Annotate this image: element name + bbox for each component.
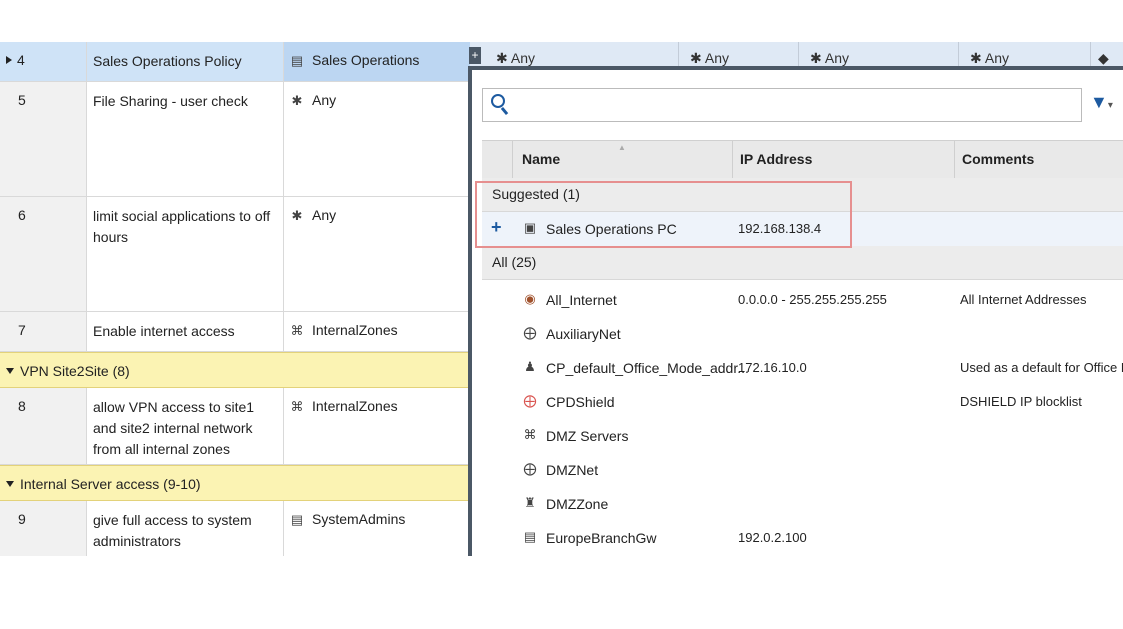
section-label: Internal Server access (9-10) bbox=[20, 476, 201, 492]
add-item-icon[interactable]: + bbox=[491, 217, 502, 238]
screen: 4 Sales Operations Policy ▤ Sales Operati… bbox=[0, 0, 1123, 629]
list-item[interactable]: ♟ CP_default_Office_Mode_addr... 172.16.… bbox=[482, 351, 1123, 385]
collapse-arrow-icon[interactable] bbox=[6, 481, 14, 487]
list-item[interactable]: ◉ All_Internet 0.0.0.0 - 255.255.255.255… bbox=[482, 283, 1123, 317]
asterisk-icon: ✱ bbox=[291, 208, 303, 223]
policy-row-8[interactable]: 8 allow VPN access to site1 and site2 in… bbox=[0, 388, 470, 465]
rule-source: SystemAdmins bbox=[312, 511, 406, 527]
section-label: VPN Site2Site (8) bbox=[20, 363, 130, 379]
policy-row-9[interactable]: 9 give full access to system administrat… bbox=[0, 501, 470, 556]
item-name: EuropeBranchGw bbox=[546, 530, 657, 546]
asterisk-icon: ✱ bbox=[291, 93, 303, 108]
network-icon: ⨁ bbox=[523, 325, 537, 340]
group-icon: ▤ bbox=[290, 512, 304, 527]
rule-number: 5 bbox=[0, 82, 87, 196]
list-item[interactable]: ▤ EuropeBranchGw 192.0.2.100 bbox=[482, 521, 1123, 555]
asterisk-icon: ✱ bbox=[810, 50, 825, 66]
gateway-icon: ▤ bbox=[523, 529, 537, 544]
item-name: All_Internet bbox=[546, 292, 617, 308]
column-header-name[interactable]: Name bbox=[522, 151, 560, 167]
rule-source: InternalZones bbox=[312, 398, 398, 414]
collapse-arrow-icon[interactable] bbox=[6, 368, 14, 374]
rule-name[interactable]: give full access to system administrator… bbox=[87, 501, 284, 556]
item-name: CPDShield bbox=[546, 394, 615, 410]
item-ip: 192.168.138.4 bbox=[738, 221, 822, 236]
list-item-suggested[interactable]: + ▣ Sales Operations PC 192.168.138.4 bbox=[482, 212, 1123, 246]
policy-row-4[interactable]: 4 Sales Operations Policy ▤ Sales Operati… bbox=[0, 42, 470, 82]
address-range-icon: ◉ bbox=[524, 291, 536, 306]
asterisk-icon: ✱ bbox=[970, 50, 985, 66]
group-header-all: All (25) bbox=[482, 246, 1123, 280]
item-comments: All Internet Addresses bbox=[960, 292, 1087, 307]
expand-arrow-icon[interactable] bbox=[6, 56, 12, 64]
network-icon: ⨁ bbox=[523, 461, 537, 476]
rule-number: 4 bbox=[17, 52, 25, 68]
asterisk-icon: ✱ bbox=[690, 50, 705, 66]
content-value: Any bbox=[984, 50, 1009, 66]
list-item[interactable]: ⨁ AuxiliaryNet bbox=[482, 317, 1123, 351]
item-ip: 172.16.10.0 bbox=[738, 360, 807, 375]
rule-source: Sales Operations bbox=[312, 52, 420, 68]
services-value: Any bbox=[824, 50, 849, 66]
rule-source: Any bbox=[312, 207, 337, 223]
group-icon: ▤ bbox=[290, 53, 304, 68]
column-divider bbox=[732, 141, 733, 179]
rule-name[interactable]: limit social applications to off hours bbox=[87, 197, 284, 311]
item-name: DMZZone bbox=[546, 496, 609, 512]
grid-header: ▲ Name IP Address Comments bbox=[482, 140, 1123, 180]
host-icon: ▣ bbox=[523, 220, 537, 235]
item-name: AuxiliaryNet bbox=[546, 326, 621, 342]
item-comments: DSHIELD IP blocklist bbox=[960, 394, 1082, 409]
rule-number: 8 bbox=[0, 388, 87, 464]
policy-row-5[interactable]: 5 File Sharing - user check ✱ Any bbox=[0, 82, 470, 197]
rule-number: 6 bbox=[0, 197, 87, 311]
destination-value: Any bbox=[510, 50, 535, 66]
add-object-button[interactable]: + bbox=[469, 47, 481, 64]
filter-icon[interactable]: ▼▾ bbox=[1090, 92, 1113, 113]
list-item[interactable]: ⨁ DMZNet bbox=[482, 453, 1123, 487]
vpn-value: Any bbox=[704, 50, 729, 66]
group-header-suggested: Suggested (1) bbox=[482, 178, 1123, 212]
item-comments: Used as a default for Office M bbox=[960, 360, 1123, 375]
search-icon bbox=[491, 94, 505, 108]
policy-row-6[interactable]: 6 limit social applications to off hours… bbox=[0, 197, 470, 312]
item-name: CP_default_Office_Mode_addr... bbox=[546, 360, 749, 376]
item-ip: 0.0.0.0 - 255.255.255.255 bbox=[738, 292, 887, 307]
item-name: DMZNet bbox=[546, 462, 599, 478]
column-header-comments[interactable]: Comments bbox=[962, 151, 1034, 167]
zones-icon: ⌘ bbox=[290, 399, 304, 414]
office-mode-icon: ♟ bbox=[524, 359, 536, 374]
column-divider bbox=[512, 141, 513, 179]
object-picker-popup: ▼▾ ▲ Name IP Address Comments Suggested … bbox=[468, 66, 1123, 556]
item-name: Sales Operations PC bbox=[546, 221, 677, 237]
rule-source: InternalZones bbox=[312, 322, 398, 338]
policy-table: 4 Sales Operations Policy ▤ Sales Operati… bbox=[0, 42, 470, 556]
rule-number: 9 bbox=[0, 501, 87, 556]
action-icon[interactable]: ◆ bbox=[1098, 50, 1109, 67]
rule-name[interactable]: Enable internet access bbox=[87, 312, 284, 351]
search-input[interactable] bbox=[519, 93, 1073, 119]
list-item[interactable]: ⌘ DMZ Servers bbox=[482, 419, 1123, 453]
zones-icon: ⌘ bbox=[290, 323, 304, 338]
rule-number: 7 bbox=[0, 312, 87, 351]
search-box[interactable] bbox=[482, 88, 1082, 122]
list-item[interactable]: ♜ DMZZone bbox=[482, 487, 1123, 521]
rule-source: Any bbox=[312, 92, 337, 108]
dshield-icon: ⨁ bbox=[523, 393, 537, 408]
asterisk-icon: ✱ bbox=[496, 50, 511, 66]
sort-indicator-icon: ▲ bbox=[618, 143, 626, 152]
section-header-vpn[interactable]: VPN Site2Site (8) bbox=[0, 352, 470, 388]
item-name: DMZ Servers bbox=[546, 428, 629, 444]
rule-name[interactable]: Sales Operations Policy bbox=[87, 42, 284, 81]
zone-icon: ♜ bbox=[524, 495, 536, 510]
zones-icon: ⌘ bbox=[523, 427, 537, 442]
column-divider bbox=[954, 141, 955, 179]
rule-name[interactable]: File Sharing - user check bbox=[87, 82, 284, 196]
list-item[interactable]: ⨁ CPDShield DSHIELD IP blocklist bbox=[482, 385, 1123, 419]
section-header-internal-server[interactable]: Internal Server access (9-10) bbox=[0, 465, 470, 501]
rule-name[interactable]: allow VPN access to site1 and site2 inte… bbox=[87, 388, 284, 464]
column-header-ip[interactable]: IP Address bbox=[740, 151, 812, 167]
policy-row-7[interactable]: 7 Enable internet access ⌘ InternalZones bbox=[0, 312, 470, 352]
item-ip: 192.0.2.100 bbox=[738, 530, 807, 545]
